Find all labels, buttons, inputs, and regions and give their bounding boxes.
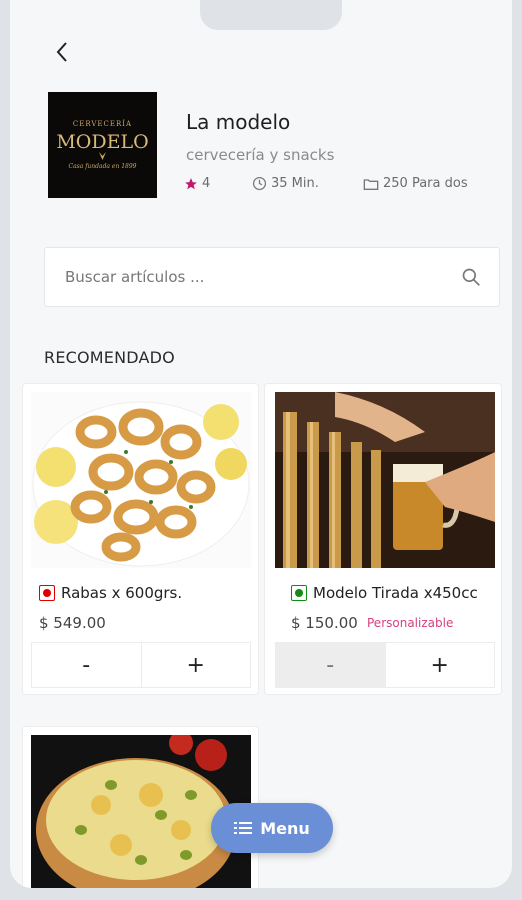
- back-button[interactable]: [50, 40, 74, 64]
- device-notch: [200, 0, 342, 30]
- quantity-stepper: - +: [31, 642, 251, 688]
- product-price: $ 549.00: [39, 614, 106, 632]
- decrease-button[interactable]: -: [276, 643, 385, 687]
- modelo-logo-image: CERVECERÍA MODELO Casa fundada en 1899: [48, 92, 157, 198]
- veg-indicator-icon: [39, 585, 55, 601]
- list-icon: [234, 822, 253, 834]
- rating-value: 4: [202, 176, 211, 191]
- delivery-time-value: 35 Min.: [271, 176, 319, 191]
- logo-text-top: CERVECERÍA: [73, 119, 132, 128]
- product-title: Rabas x 600grs.: [39, 584, 182, 602]
- product-name: Modelo Tirada x450cc: [313, 584, 478, 602]
- wallet-icon: [363, 178, 379, 190]
- customizable-badge: Personalizable: [367, 616, 454, 630]
- decrease-button[interactable]: -: [32, 643, 141, 687]
- increase-button[interactable]: +: [140, 643, 251, 687]
- section-title: RECOMENDADO: [44, 348, 175, 367]
- device-frame: CERVECERÍA MODELO Casa fundada en 1899 L…: [0, 0, 522, 900]
- back-arrow-icon: [56, 42, 67, 62]
- menu-button-label: Menu: [260, 818, 310, 838]
- quantity-stepper: - +: [275, 642, 495, 688]
- menu-button[interactable]: Menu: [211, 803, 333, 853]
- search-icon[interactable]: [461, 267, 481, 287]
- store-logo: CERVECERÍA MODELO Casa fundada en 1899: [48, 92, 157, 198]
- veg-indicator-icon: [291, 585, 307, 601]
- price-for-two-value: 250 Para dos: [383, 176, 468, 191]
- rating-info: 4: [184, 176, 210, 191]
- delivery-time-info: 35 Min.: [252, 176, 319, 191]
- search-input[interactable]: [65, 268, 445, 286]
- product-price: $ 150.00: [291, 614, 358, 632]
- store-name: La modelo: [186, 110, 291, 134]
- star-icon: [185, 177, 197, 189]
- product-card[interactable]: Rabas x 600grs. $ 549.00 - +: [22, 383, 259, 695]
- clock-icon: [252, 176, 267, 191]
- search-bar: [44, 247, 500, 307]
- logo-text-sub: Casa fundada en 1899: [68, 163, 136, 170]
- product-image: [31, 392, 251, 568]
- product-name: Rabas x 600grs.: [61, 584, 183, 602]
- app-screen: CERVECERÍA MODELO Casa fundada en 1899 L…: [10, 0, 512, 888]
- product-card[interactable]: Modelo Tirada x450cc $ 150.00 Personaliz…: [264, 383, 502, 695]
- price-for-two-info: 250 Para dos: [363, 176, 468, 191]
- increase-button[interactable]: +: [384, 643, 495, 687]
- store-description: cervecería y snacks: [186, 146, 335, 164]
- product-image: [275, 392, 495, 568]
- product-title: Modelo Tirada x450cc: [291, 584, 478, 602]
- logo-text-main: MODELO: [56, 131, 148, 153]
